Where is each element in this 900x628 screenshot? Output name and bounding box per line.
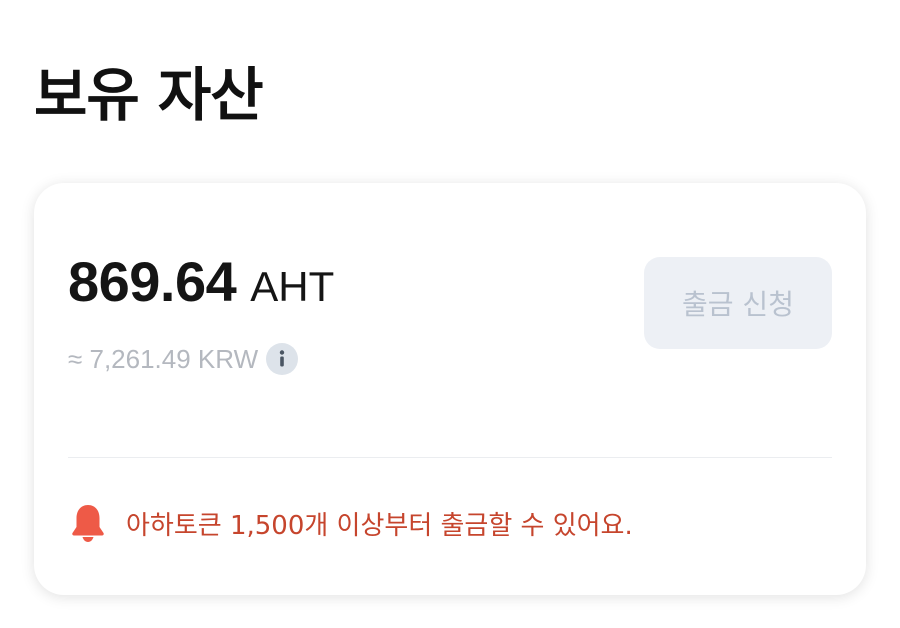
withdraw-request-button[interactable]: 출금 신청	[644, 257, 832, 349]
divider	[68, 457, 832, 458]
page-title: 보유 자산	[34, 61, 264, 129]
balance-unit: AHT	[250, 263, 335, 310]
notice-text: 아하토큰 1,500개 이상부터 출금할 수 있어요.	[126, 510, 633, 541]
krw-row: ≈ 7,261.49 KRW	[68, 343, 299, 375]
balance-amount-row: 869.64 AHT	[68, 249, 334, 314]
krw-equivalent: ≈ 7,261.49 KRW	[68, 343, 259, 374]
balance-amount: 869.64	[68, 250, 237, 313]
asset-card: 869.64 AHT ≈ 7,261.49 KRW 출금 신청 아하토큰 1,5…	[34, 183, 866, 595]
info-icon[interactable]	[266, 343, 299, 375]
page: 보유 자산 869.64 AHT ≈ 7,261.49 KRW 출금 신청 아하…	[0, 0, 900, 628]
withdraw-notice: 아하토큰 1,500개 이상부터 출금할 수 있어요.	[70, 503, 633, 543]
bell-icon	[70, 503, 106, 543]
